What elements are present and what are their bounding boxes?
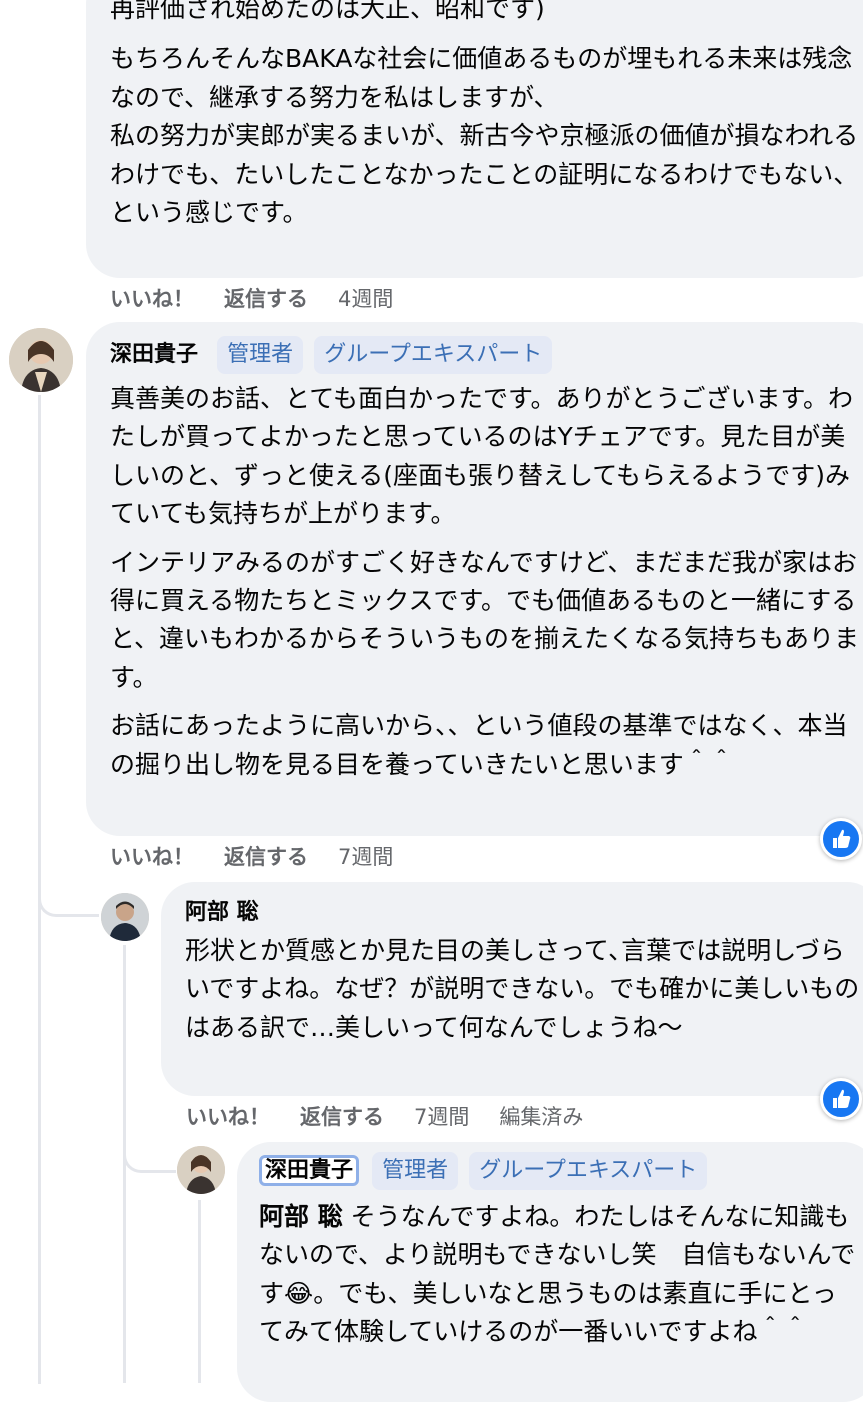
reply-button[interactable]: 返信する xyxy=(300,1105,384,1129)
timestamp[interactable]: 7週間 xyxy=(338,845,393,869)
comment-bubble: 再評価され始めたのは大正、昭和です) もちろんそんなBAKAな社会に価値あるもの… xyxy=(86,0,863,278)
expert-badge: グループエキスパート xyxy=(469,1152,708,1190)
reply-text: 阿部 聡 そうなんですよね。わたしはそんなに知識もないので、より説明もできないし… xyxy=(259,1198,859,1352)
timestamp[interactable]: 7週間 xyxy=(414,1105,469,1129)
mention-link[interactable]: 阿部 聡 xyxy=(259,1202,343,1231)
comment-paragraph: 真善美のお話、とても面白かったです。ありがとうございます。わたしが買ってよかった… xyxy=(110,384,854,529)
reply-text: 形状とか質感とか見た目の美しさって､言葉では説明しづらいですよね。なぜ？が説明で… xyxy=(185,936,860,1042)
comment-actions: いいね！ 返信する 4週間 xyxy=(110,283,393,313)
edited-label[interactable]: 編集済み xyxy=(499,1105,583,1129)
like-button[interactable]: いいね！ xyxy=(110,287,194,311)
comment-paragraph: という感じです。 xyxy=(110,198,308,228)
avatar-photo-icon xyxy=(101,893,149,941)
reply-header: 深田貴子 管理者 グループエキスパート xyxy=(259,1152,857,1198)
thread-curve-reply1 xyxy=(38,880,99,917)
avatar[interactable] xyxy=(101,893,149,941)
comment-bubble: 深田貴子 管理者 グループエキスパート 真善美のお話、とても面白かったです。あり… xyxy=(86,322,863,836)
comment-paragraph: お話にあったように高いから、、という値段の基準ではなく、本当の掘り出し物を見る目… xyxy=(110,711,848,779)
comment-header: 深田貴子 管理者 グループエキスパート xyxy=(110,336,862,380)
reply-button[interactable]: 返信する xyxy=(224,845,308,869)
avatar-photo-icon xyxy=(177,1146,225,1194)
avatar-photo-icon xyxy=(9,328,73,392)
like-reaction-icon[interactable] xyxy=(820,1078,862,1120)
like-reaction-icon[interactable] xyxy=(820,818,862,860)
timestamp[interactable]: 4週間 xyxy=(338,287,393,311)
author-name[interactable]: 深田貴子 xyxy=(259,1155,360,1186)
reply-text-part: 。でも、美しいなと思うものは素直に手にとってみて体験していけるのが一番いいですよ… xyxy=(259,1278,837,1347)
author-name[interactable]: 阿部 聡 xyxy=(185,896,861,932)
comment-actions: いいね！ 返信する 7週間 xyxy=(110,841,393,871)
reply-bubble: 阿部 聡 形状とか質感とか見た目の美しさって､言葉では説明しづらいですよね。なぜ… xyxy=(161,882,863,1096)
reply-actions: いいね！ 返信する 7週間 編集済み xyxy=(186,1101,583,1131)
laughing-emoji-icon: 😂 xyxy=(284,1278,314,1308)
thread-line-main-lower xyxy=(38,914,41,1384)
comment-paragraph: インテリアみるのがすごく好きなんですけど、まだまだ我が家はお得に買える物たちとミ… xyxy=(110,547,860,692)
like-thumb-icon xyxy=(833,829,851,848)
admin-badge: 管理者 xyxy=(372,1152,459,1190)
reply-button[interactable]: 返信する xyxy=(224,287,308,311)
admin-badge: 管理者 xyxy=(217,336,304,374)
thread-curve-reply2 xyxy=(123,1140,176,1173)
like-button[interactable]: いいね！ xyxy=(186,1105,270,1129)
like-thumb-icon xyxy=(833,1089,851,1108)
comment-paragraph: 私の努力が実郎が実るまいが、新古今や京極派の価値が損なわれるわけでも、たいしたこ… xyxy=(110,121,859,189)
reply-bubble: 深田貴子 管理者 グループエキスパート 阿部 聡 そうなんですよね。わたしはそん… xyxy=(237,1142,863,1402)
like-button[interactable]: いいね！ xyxy=(110,845,194,869)
comment-text-partial: 再評価され始めたのは大正、昭和です) xyxy=(110,0,545,23)
thread-line-inner xyxy=(198,1200,201,1383)
avatar[interactable] xyxy=(9,328,73,392)
thread-line-main xyxy=(38,395,41,915)
avatar[interactable] xyxy=(177,1146,225,1194)
author-name[interactable]: 深田貴子 xyxy=(110,342,198,367)
thread-line-reply-lower xyxy=(123,1170,126,1383)
expert-badge: グループエキスパート xyxy=(314,336,553,374)
comment-paragraph: もちろんそんなBAKAな社会に価値あるものが埋もれる未来は残念なので、継承する努… xyxy=(110,44,853,112)
